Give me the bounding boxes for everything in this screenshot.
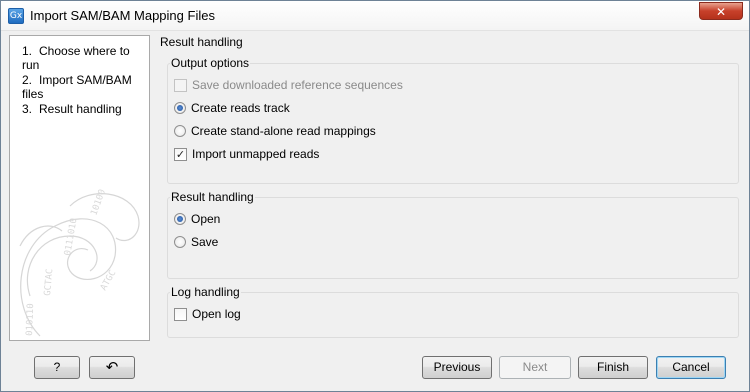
dialog-window: Gx Import SAM/BAM Mapping Files ✕ 1. Choo… — [0, 0, 750, 392]
option-label: Save — [191, 235, 219, 249]
checkbox-box[interactable] — [174, 307, 187, 321]
step-import-files: 2. Import SAM/BAM files — [22, 73, 149, 101]
svg-text:GCTAC: GCTAC — [43, 268, 55, 296]
open-log-checkbox[interactable]: Open log — [174, 306, 241, 322]
output-options-group: Output options Save downloaded reference… — [167, 56, 739, 184]
help-button[interactable]: ? — [34, 356, 80, 379]
group-title: Log handling — [170, 285, 241, 299]
step-number: 2. — [22, 73, 33, 87]
title-bar[interactable]: Gx Import SAM/BAM Mapping Files ✕ — [1, 1, 749, 31]
group-title: Result handling — [170, 190, 255, 204]
step-choose-where-to-run: 1. Choose where to run — [22, 44, 149, 72]
radio-button[interactable] — [174, 213, 186, 225]
next-button[interactable]: Next — [499, 356, 571, 379]
log-handling-group: Log handling Open log — [167, 285, 739, 338]
option-label: Open log — [192, 307, 241, 321]
step-label: Choose where to run — [22, 44, 130, 72]
finish-button[interactable]: Finish — [578, 356, 648, 379]
svg-text:010110: 010110 — [25, 303, 36, 336]
option-label: Create stand-alone read mappings — [191, 124, 376, 138]
checkbox-box[interactable] — [174, 78, 187, 92]
close-button[interactable]: ✕ — [699, 2, 743, 20]
group-title: Output options — [170, 56, 251, 70]
step-number: 1. — [22, 44, 33, 58]
result-handling-content: Result handling Output options Save down… — [155, 35, 745, 341]
dna-swirl-decoration-icon: 10100 0111010 GCTAC 010110 ATGC — [19, 188, 140, 337]
wizard-steps-panel: 1. Choose where to run 2. Import SAM/BAM f… — [9, 35, 150, 341]
open-radio[interactable]: Open — [174, 211, 220, 227]
app-logo-icon: Gx — [8, 8, 24, 24]
cancel-button[interactable]: Cancel — [656, 356, 726, 379]
svg-text:10100: 10100 — [89, 188, 108, 217]
svg-text:ATGC: ATGC — [99, 269, 119, 293]
step-number: 3. — [22, 102, 33, 116]
page-title: Result handling — [160, 35, 243, 49]
create-standalone-mappings-radio[interactable]: Create stand-alone read mappings — [174, 123, 376, 139]
radio-button[interactable] — [174, 125, 186, 137]
radio-button[interactable] — [174, 236, 186, 248]
step-result-handling: 3. Result handling — [22, 102, 122, 116]
step-label: Import SAM/BAM files — [22, 73, 132, 101]
import-unmapped-reads-checkbox[interactable]: ✓ Import unmapped reads — [174, 146, 319, 162]
option-label: Create reads track — [191, 101, 290, 115]
radio-button[interactable] — [174, 102, 186, 114]
step-label: Result handling — [39, 102, 122, 116]
option-label: Import unmapped reads — [192, 147, 320, 161]
create-reads-track-radio[interactable]: Create reads track — [174, 100, 290, 116]
previous-button[interactable]: Previous — [422, 356, 492, 379]
checkmark-icon[interactable]: ✓ — [174, 147, 187, 161]
result-handling-group: Result handling Open Save — [167, 190, 739, 279]
option-label: Save downloaded reference sequences — [192, 78, 403, 92]
option-label: Open — [191, 212, 221, 226]
reset-arrow-icon[interactable]: ↶ — [89, 356, 135, 379]
save-reference-checkbox[interactable]: Save downloaded reference sequences — [174, 77, 403, 93]
window-title: Import SAM/BAM Mapping Files — [30, 8, 215, 23]
save-radio[interactable]: Save — [174, 234, 218, 250]
